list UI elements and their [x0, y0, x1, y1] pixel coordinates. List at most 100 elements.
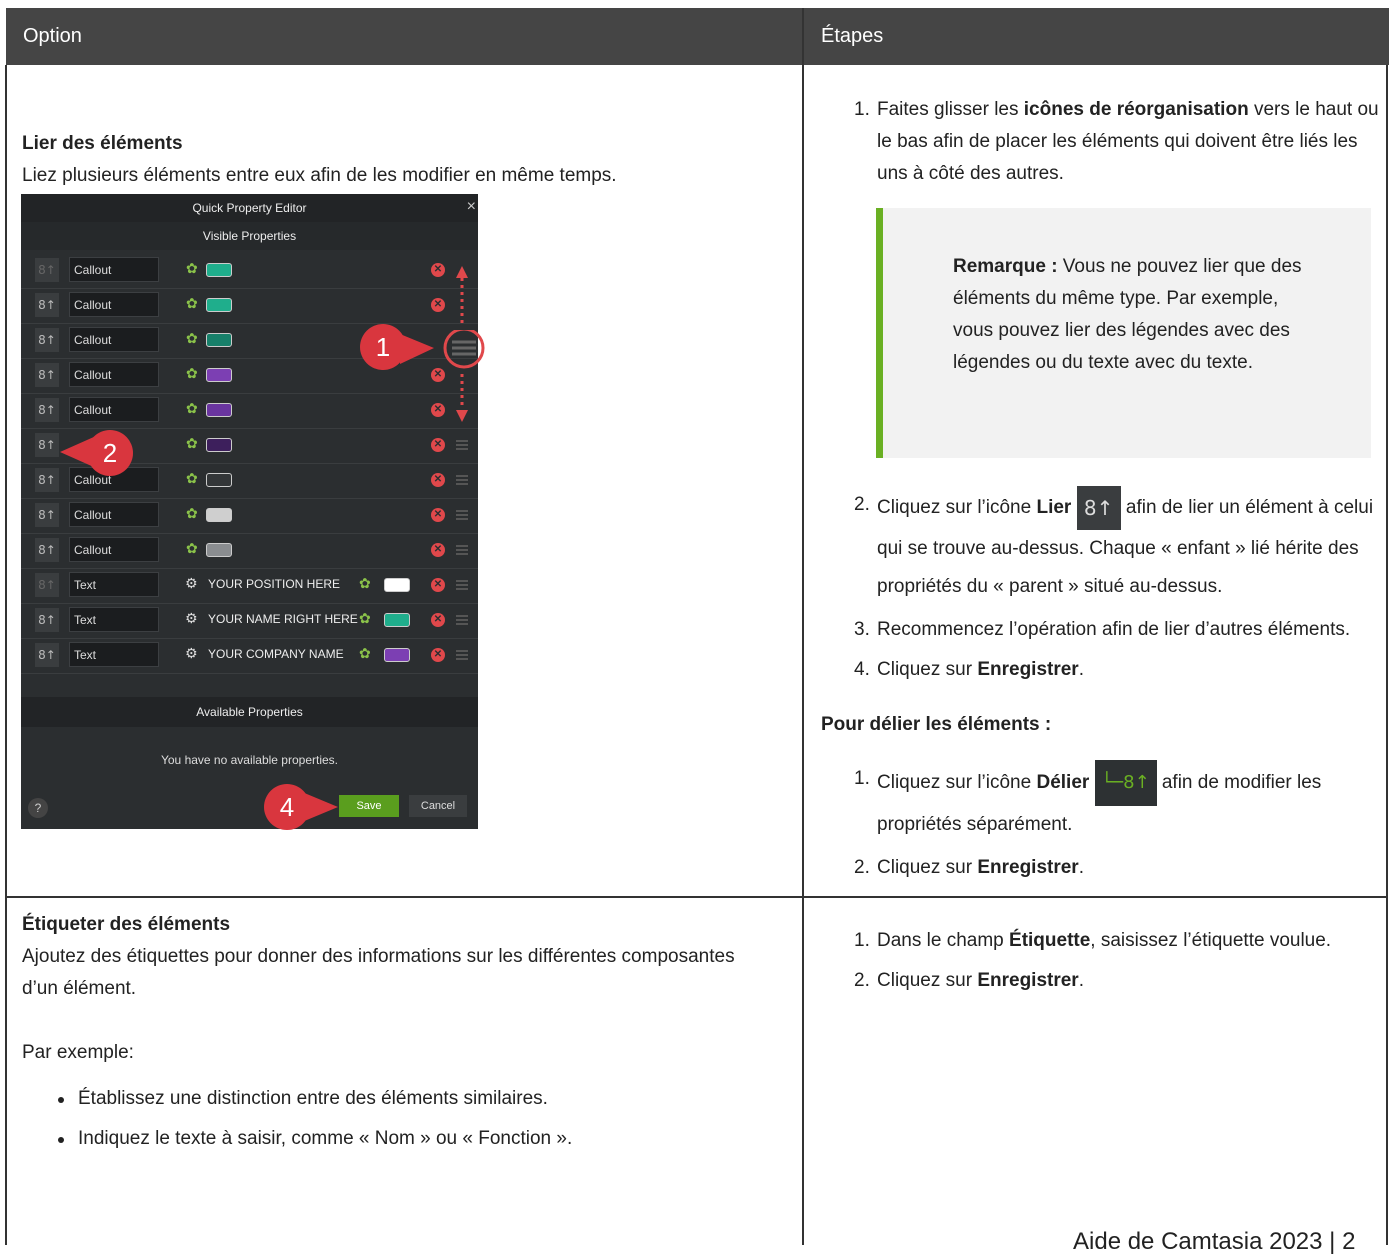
- color-swatch[interactable]: [206, 438, 232, 452]
- color-swatch[interactable]: [384, 648, 410, 662]
- remove-icon[interactable]: ✕: [431, 403, 445, 417]
- color-swatch[interactable]: [206, 508, 232, 522]
- link-icon[interactable]: 8↑: [35, 258, 59, 282]
- column-header-option: Option: [6, 8, 802, 65]
- color-swatch[interactable]: [206, 403, 232, 417]
- list-item: 2. Cliquez sur Enregistrer.: [854, 970, 1084, 991]
- gear-icon[interactable]: ✿: [186, 402, 200, 416]
- unlink-steps: 1. Cliquez sur l’icône Délier └─8↑ afin d…: [821, 760, 1381, 892]
- color-swatch[interactable]: [206, 473, 232, 487]
- list-item: 1. Dans le champ Étiquette, saisissez l’é…: [854, 930, 1332, 951]
- property-name-field[interactable]: Callout: [69, 397, 159, 422]
- gear-icon[interactable]: ✿: [359, 647, 373, 661]
- property-row: 8↑ Callout ✿ ✕: [21, 498, 478, 534]
- property-name-field[interactable]: Callout: [69, 502, 159, 527]
- link-icon[interactable]: 8↑: [35, 538, 59, 562]
- settings-icon[interactable]: ⚙: [185, 577, 199, 591]
- remove-icon[interactable]: ✕: [431, 438, 445, 452]
- example-bullets: Établissez une distinction entre des élé…: [22, 1083, 572, 1163]
- link-icon[interactable]: 8↑: [35, 293, 59, 317]
- list-item: 3. Recommencez l’opération afin de lier d…: [854, 619, 1351, 640]
- reorder-icon[interactable]: [456, 615, 468, 625]
- property-row: 8↑ Text ⚙ YOUR NAME RIGHT HERE ✿ ✕: [21, 603, 478, 639]
- gear-icon[interactable]: ✿: [186, 332, 200, 346]
- close-icon[interactable]: ×: [467, 198, 476, 216]
- list-item: 2. Cliquez sur Enregistrer.: [854, 857, 1084, 878]
- color-swatch[interactable]: [206, 368, 232, 382]
- row-title-lier: Lier des éléments: [22, 133, 183, 154]
- color-swatch[interactable]: [206, 333, 232, 347]
- remove-icon[interactable]: ✕: [431, 648, 445, 662]
- list-item: 2. Cliquez sur l’icône Lier 8↑ afin de li…: [821, 486, 1381, 606]
- list-item: 1. Cliquez sur l’icône Délier └─8↑ afin d…: [821, 760, 1381, 844]
- list-item: 4. Cliquez sur Enregistrer.: [854, 659, 1084, 680]
- gear-icon[interactable]: ✿: [359, 612, 373, 626]
- row-title-etiqueter: Étiqueter des éléments: [22, 914, 231, 935]
- remove-icon[interactable]: ✕: [431, 543, 445, 557]
- save-button[interactable]: Save: [339, 795, 399, 817]
- property-name-field[interactable]: Text: [69, 572, 159, 597]
- row-desc-lier: Liez plusieurs éléments entre eux afin d…: [22, 165, 617, 186]
- link-icon[interactable]: 8↑: [35, 608, 59, 632]
- available-properties-header: Available Properties: [21, 697, 478, 727]
- property-name-field[interactable]: Callout: [69, 362, 159, 387]
- gear-icon[interactable]: ✿: [359, 577, 373, 591]
- reorder-icon[interactable]: [456, 475, 468, 485]
- remove-icon[interactable]: ✕: [431, 613, 445, 627]
- property-name-field[interactable]: Callout: [69, 257, 159, 282]
- reorder-icon[interactable]: [456, 545, 468, 555]
- link-icon[interactable]: 8↑: [35, 643, 59, 667]
- property-name-field[interactable]: Callout: [69, 327, 159, 352]
- gear-icon[interactable]: ✿: [186, 472, 200, 486]
- property-text: YOUR POSITION HERE: [208, 577, 341, 591]
- help-icon[interactable]: ?: [28, 798, 48, 818]
- callout-1-arrow: [400, 330, 485, 369]
- reorder-icon[interactable]: [456, 580, 468, 590]
- link-icon: 8↑: [1076, 486, 1121, 530]
- property-name-field[interactable]: Text: [69, 607, 159, 632]
- remove-icon[interactable]: ✕: [431, 473, 445, 487]
- drag-arrow-icon: [456, 266, 468, 422]
- settings-icon[interactable]: ⚙: [185, 612, 199, 626]
- gear-icon[interactable]: ✿: [186, 437, 200, 451]
- cancel-button[interactable]: Cancel: [409, 795, 467, 817]
- link-icon[interactable]: 8↑: [35, 363, 59, 387]
- link-icon[interactable]: 8↑: [35, 573, 59, 597]
- link-icon[interactable]: 8↑: [35, 503, 59, 527]
- gear-icon[interactable]: ✿: [186, 367, 200, 381]
- property-row: 8↑ Callout ✿ ✕: [21, 533, 478, 569]
- remove-icon[interactable]: ✕: [431, 508, 445, 522]
- gear-icon[interactable]: ✿: [186, 542, 200, 556]
- note-box: Remarque : Vous ne pouvez lier que des é…: [876, 208, 1371, 458]
- reorder-icon[interactable]: [456, 510, 468, 520]
- property-text: YOUR COMPANY NAME: [208, 647, 344, 661]
- reorder-icon[interactable]: [456, 440, 468, 450]
- gear-icon[interactable]: ✿: [186, 262, 200, 276]
- column-header-etapes: Étapes: [804, 8, 1389, 65]
- property-text: YOUR NAME RIGHT HERE: [208, 612, 358, 626]
- remove-icon[interactable]: ✕: [431, 298, 445, 312]
- property-name-field[interactable]: Callout: [69, 292, 159, 317]
- remove-icon[interactable]: ✕: [431, 368, 445, 382]
- remove-icon[interactable]: ✕: [431, 263, 445, 277]
- list-item: 1. Faites glisser les icônes de réorganis…: [854, 99, 1379, 184]
- lier-steps-part1: 1. Faites glisser les icônes de réorganis…: [821, 94, 1381, 198]
- settings-icon[interactable]: ⚙: [185, 647, 199, 661]
- reorder-icon[interactable]: [456, 650, 468, 660]
- property-name-field[interactable]: Text: [69, 642, 159, 667]
- link-icon[interactable]: 8↑: [35, 398, 59, 422]
- color-swatch[interactable]: [206, 263, 232, 277]
- link-icon[interactable]: 8↑: [35, 328, 59, 352]
- gear-icon[interactable]: ✿: [186, 507, 200, 521]
- color-swatch[interactable]: [206, 298, 232, 312]
- remove-icon[interactable]: ✕: [431, 578, 445, 592]
- list-item: Établissez une distinction entre des élé…: [22, 1083, 572, 1115]
- table-border-middle: [802, 8, 804, 1245]
- callout-2: 2: [87, 430, 133, 476]
- property-name-field[interactable]: Callout: [69, 537, 159, 562]
- color-swatch[interactable]: [206, 543, 232, 557]
- color-swatch[interactable]: [384, 613, 410, 627]
- list-item: Indiquez le texte à saisir, comme « Nom …: [22, 1123, 572, 1155]
- color-swatch[interactable]: [384, 578, 410, 592]
- gear-icon[interactable]: ✿: [186, 297, 200, 311]
